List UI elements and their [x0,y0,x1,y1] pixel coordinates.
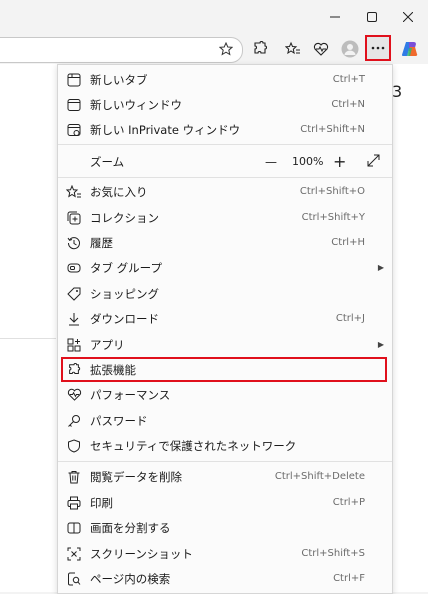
favorite-star-icon[interactable] [214,37,238,61]
menu-item-shortcut: Ctrl+T [332,74,365,85]
menu-item-label: 拡張機能 [90,362,136,377]
menu-item-new-window[interactable]: 新しいウィンドウ Ctrl+N [58,92,392,117]
extensions-icon [66,362,82,378]
more-dots-icon [371,46,385,50]
extensions-icon[interactable] [248,37,272,61]
menu-item-label: 印刷 [90,495,113,510]
settings-and-more-menu: 新しいタブ Ctrl+T 新しいウィンドウ Ctrl+N 新しい InPriva… [57,64,393,594]
download-icon [66,311,82,327]
close-button[interactable] [391,5,425,29]
menu-item-clear-browsing-data[interactable]: 閲覧データを削除 Ctrl+Shift+Delete [58,464,392,489]
menu-item-label: ページ内の検索 [90,571,171,586]
screenshot-icon [66,546,82,562]
zoom-out-button[interactable]: — [265,155,277,169]
menu-item-label: アプリ [90,337,125,352]
menu-item-label: セキュリティで保護されたネットワーク [90,438,297,453]
find-on-page-icon [66,571,82,587]
maximize-button[interactable] [355,5,389,29]
key-icon [66,413,82,429]
title-bar [0,0,428,34]
menu-item-performance[interactable]: パフォーマンス [58,382,392,407]
minimize-icon [330,16,340,18]
menu-item-extensions[interactable]: 拡張機能 [58,357,392,382]
zoom-level: 100% [292,155,324,168]
menu-item-shortcut: Ctrl+Shift+Y [301,212,365,223]
zoom-in-button[interactable]: + [333,152,346,171]
menu-item-label: 新しいウィンドウ [90,97,182,112]
menu-item-tab-groups[interactable]: タブ グループ ▶ [58,255,392,280]
menu-item-label: パフォーマンス [90,387,171,402]
printer-icon [66,495,82,511]
zoom-label: ズーム [90,154,125,169]
menu-item-favorites[interactable]: お気に入り Ctrl+Shift+O [58,179,392,204]
submenu-chevron-icon: ▶ [377,340,384,349]
address-bar[interactable] [0,37,243,63]
menu-item-label: ショッピング [90,286,159,301]
split-screen-icon [66,520,82,536]
menu-item-new-tab[interactable]: 新しいタブ Ctrl+T [58,67,392,92]
page-text-fragment: 3 [392,82,403,101]
menu-item-shortcut: Ctrl+Shift+Delete [274,471,365,482]
trash-icon [66,469,82,485]
menu-item-shortcut: Ctrl+J [335,313,365,324]
menu-separator [58,177,392,178]
new-tab-icon [66,72,82,88]
history-icon [66,235,82,251]
expand-icon [367,154,380,167]
settings-and-more-button[interactable] [365,35,391,61]
menu-item-label: お気に入り [90,184,148,199]
menu-item-print[interactable]: 印刷 Ctrl+P [58,490,392,515]
menu-item-shortcut: Ctrl+P [332,497,365,508]
menu-item-history[interactable]: 履歴 Ctrl+H [58,230,392,255]
menu-item-label: コレクション [90,210,159,225]
favorites-icon[interactable] [281,37,305,61]
minimize-button[interactable] [318,5,352,29]
menu-item-shortcut: Ctrl+H [331,237,365,248]
shopping-tag-icon [66,286,82,302]
menu-item-shortcut: Ctrl+Shift+S [301,548,365,559]
menu-item-find-on-page[interactable]: ページ内の検索 Ctrl+F [58,566,392,591]
menu-item-label: スクリーンショット [90,546,193,561]
menu-item-shortcut: Ctrl+F [333,573,365,584]
collections-icon [66,210,82,226]
menu-separator [58,144,392,145]
menu-item-shopping[interactable]: ショッピング [58,281,392,306]
menu-item-label: 画面を分割する [90,520,171,535]
profile-avatar-icon[interactable] [338,37,362,61]
menu-item-shortcut: Ctrl+Shift+O [299,186,365,197]
menu-item-shortcut: Ctrl+N [331,99,365,110]
favorites-icon [66,184,82,200]
close-icon [403,12,413,22]
menu-item-split-screen[interactable]: 画面を分割する [58,515,392,540]
inprivate-window-icon [66,122,82,138]
menu-item-zoom: ズーム — 100% + [58,148,392,175]
menu-item-label: タブ グループ [90,260,162,275]
menu-item-label: 閲覧データを削除 [90,469,182,484]
menu-item-shortcut: Ctrl+Shift+N [300,124,365,135]
new-window-icon [66,97,82,113]
menu-item-new-inprivate-window[interactable]: 新しい InPrivate ウィンドウ Ctrl+Shift+N [58,117,392,142]
performance-icon[interactable] [309,37,333,61]
menu-item-collections[interactable]: コレクション Ctrl+Shift+Y [58,205,392,230]
tab-groups-icon [66,260,82,276]
menu-item-downloads[interactable]: ダウンロード Ctrl+J [58,306,392,331]
menu-item-passwords[interactable]: パスワード [58,408,392,433]
menu-item-apps[interactable]: アプリ ▶ [58,332,392,357]
maximize-icon [367,12,377,22]
menu-item-label: ダウンロード [90,311,159,326]
menu-item-secure-network[interactable]: セキュリティで保護されたネットワーク [58,433,392,458]
menu-item-label: 新しいタブ [90,72,148,87]
performance-icon [66,387,82,403]
submenu-chevron-icon: ▶ [377,263,384,272]
menu-item-label: 新しい InPrivate ウィンドウ [90,122,241,137]
menu-item-label: 履歴 [90,235,113,250]
full-screen-button[interactable] [367,154,380,167]
page-divider [0,338,56,339]
shield-icon [66,438,82,454]
menu-item-label: パスワード [90,413,148,428]
menu-separator [58,461,392,462]
copilot-icon[interactable] [398,37,422,61]
menu-item-screenshot[interactable]: スクリーンショット Ctrl+Shift+S [58,541,392,566]
apps-icon [66,337,82,353]
